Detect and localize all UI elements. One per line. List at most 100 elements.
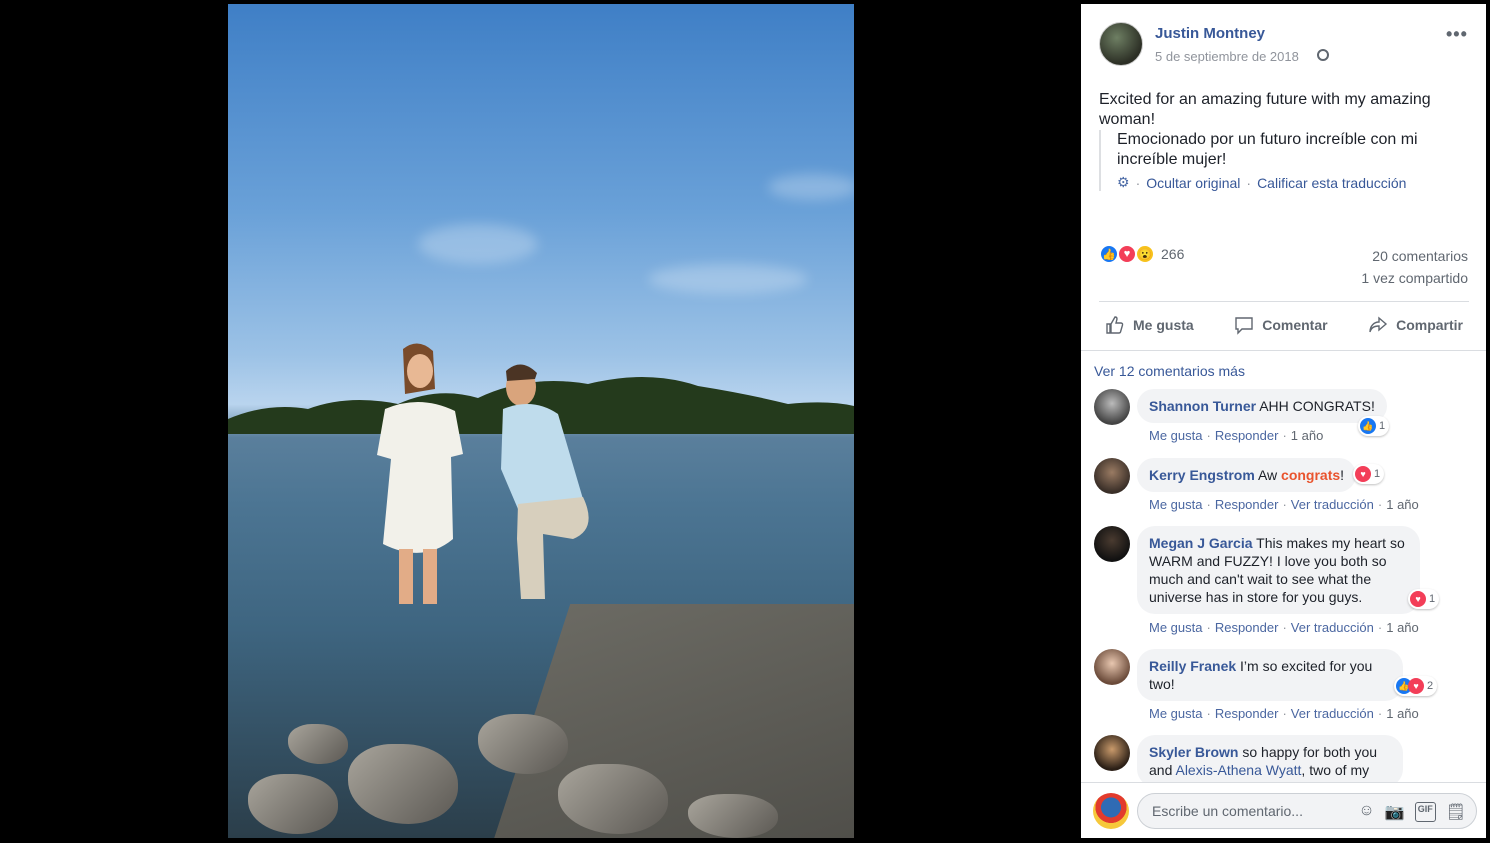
comment-item: Kerry Engstrom Aw congrats! ♥ 1 Me gusta… [1094,458,1479,518]
comment-input[interactable]: Escribe un comentario... ☺ 📷 GIF 🗒 [1137,793,1477,829]
like-reaction-icon: 👍 [1099,244,1119,264]
comment-reactions[interactable]: ♥ 1 [1408,589,1440,609]
comment-item: Reilly Franek I’m so excited for you two… [1094,649,1479,729]
gear-icon[interactable]: ⚙ [1117,174,1130,191]
comment-like-link[interactable]: Me gusta [1149,497,1202,512]
comment-reply-link[interactable]: Responder [1215,706,1279,721]
commenter-avatar[interactable] [1094,526,1130,562]
commenter-name[interactable]: Reilly Franek [1149,658,1236,674]
separator-dot: · [1246,174,1252,191]
share-button[interactable]: Compartir [1362,315,1469,335]
post-photo[interactable] [228,4,854,838]
cloud [418,224,538,264]
comment-translate-link[interactable]: Ver traducción [1291,620,1374,635]
like-button-label: Me gusta [1133,317,1194,333]
comment-text: Aw [1257,467,1278,483]
comment-bubble: Megan J Garcia This makes my heart so WA… [1137,526,1420,614]
rate-translation-link[interactable]: Calificar esta traducción [1257,175,1406,191]
comment-meta: Me gusta · Responder · Ver traducción · 1 año [1149,497,1419,512]
comment-reply-link[interactable]: Responder [1215,497,1279,512]
translation-links: ⚙ · Ocultar original · Calificar esta tr… [1117,174,1459,191]
comment-reactions[interactable]: 👍 ♥ 2 [1394,676,1438,696]
author-name[interactable]: Justin Montney [1155,25,1265,42]
rock [348,744,458,824]
comment-meta: Me gusta · Responder · Ver traducción · 1 año [1149,620,1419,635]
comment-reply-link[interactable]: Responder [1215,428,1279,443]
share-button-label: Compartir [1396,317,1463,333]
comment-bubble: Shannon Turner AHH CONGRATS! [1137,389,1387,423]
comment-like-link[interactable]: Me gusta [1149,620,1202,635]
cloud [648,264,808,294]
comment-like-link[interactable]: Me gusta [1149,428,1202,443]
comment-time[interactable]: 1 año [1386,706,1419,721]
hide-original-link[interactable]: Ocultar original [1146,175,1240,191]
emoji-icon[interactable]: ☺ [1358,802,1374,822]
share-arrow-icon [1369,316,1388,333]
comment-time[interactable]: 1 año [1386,620,1419,635]
commenter-name[interactable]: Kerry Engstrom [1149,467,1255,483]
comments-list[interactable]: Ver 12 comentarios más Shannon Turner AH… [1081,350,1486,782]
woman-figure [377,343,463,604]
action-bar: Me gusta Comentar Compartir [1099,308,1469,342]
photo-viewer: Justin Montney 5 de septiembre de 2018 •… [0,0,1490,843]
comment-item: Shannon Turner AHH CONGRATS! 👍 1 Me gust… [1094,389,1479,449]
comment-translate-link[interactable]: Ver traducción [1291,497,1374,512]
comment-item: Skyler Brown so happy for both you and A… [1094,735,1479,782]
comment-count-link[interactable]: 20 comentarios [1372,248,1468,264]
comment-meta: Me gusta · Responder · Ver traducción · 1 año [1149,706,1419,721]
commenter-name[interactable]: Shannon Turner [1149,398,1256,414]
share-count-link[interactable]: 1 vez compartido [1361,270,1468,286]
commenter-avatar[interactable] [1094,735,1130,771]
rock [288,724,348,764]
post-date[interactable]: 5 de septiembre de 2018 [1155,49,1299,64]
comment-button[interactable]: Comentar [1228,315,1333,335]
love-reaction-icon: ♥ [1355,466,1371,482]
current-user-avatar[interactable] [1093,793,1129,829]
speech-bubble-icon [1235,317,1253,335]
post-panel: Justin Montney 5 de septiembre de 2018 •… [1081,4,1486,838]
comment-mention-link[interactable]: Alexis-Athena Wyatt [1175,762,1301,778]
comment-item: Megan J Garcia This makes my heart so WA… [1094,526,1479,641]
reaction-summary[interactable]: 👍 ♥ 😮 266 [1099,244,1184,264]
reaction-count: 266 [1161,246,1185,262]
comment-input-placeholder: Escribe un comentario... [1152,803,1303,819]
comment-reply-link[interactable]: Responder [1215,620,1279,635]
commenter-avatar[interactable] [1094,458,1130,494]
love-reaction-icon: ♥ [1410,591,1426,607]
sticker-icon[interactable]: 🗒 [1446,802,1466,822]
cloud [768,174,854,200]
comment-time[interactable]: 1 año [1386,497,1419,512]
like-button[interactable]: Me gusta [1099,315,1200,335]
separator-dot: · [1135,174,1141,191]
commenter-avatar[interactable] [1094,389,1130,425]
commenter-avatar[interactable] [1094,649,1130,685]
commenter-name[interactable]: Megan J Garcia [1149,535,1253,551]
comment-translate-link[interactable]: Ver traducción [1291,706,1374,721]
comment-reaction-count: 1 [1429,593,1436,605]
comment-bubble: Reilly Franek I’m so excited for you two… [1137,649,1403,701]
gif-icon[interactable]: GIF [1414,802,1436,822]
comment-text: AHH CONGRATS! [1259,398,1375,414]
composer-icons: ☺ 📷 GIF 🗒 [1358,802,1466,822]
comment-reactions[interactable]: ♥ 1 [1353,464,1385,484]
thumbs-up-icon [1106,316,1124,334]
rock [248,774,338,834]
rock [478,714,568,774]
comment-bubble: Kerry Engstrom Aw congrats! [1137,458,1357,492]
comment-meta: Me gusta · Responder · 1 año [1149,428,1324,443]
more-options-icon[interactable]: ••• [1446,24,1468,45]
camera-icon[interactable]: 📷 [1385,802,1405,822]
view-more-comments-link[interactable]: Ver 12 comentarios más [1094,363,1245,379]
comment-reactions[interactable]: 👍 1 [1358,416,1390,436]
comment-composer: Escribe un comentario... ☺ 📷 GIF 🗒 [1081,782,1486,838]
author-avatar[interactable] [1099,22,1143,66]
comment-time[interactable]: 1 año [1291,428,1324,443]
comment-text-end: , two of my [1301,762,1370,778]
love-reaction-icon: ♥ [1117,244,1137,264]
commenter-name[interactable]: Skyler Brown [1149,744,1238,760]
comment-like-link[interactable]: Me gusta [1149,706,1202,721]
comment-reaction-count: 2 [1427,680,1434,692]
divider [1099,301,1469,302]
man-figure [501,364,589,599]
globe-icon [1317,49,1329,61]
